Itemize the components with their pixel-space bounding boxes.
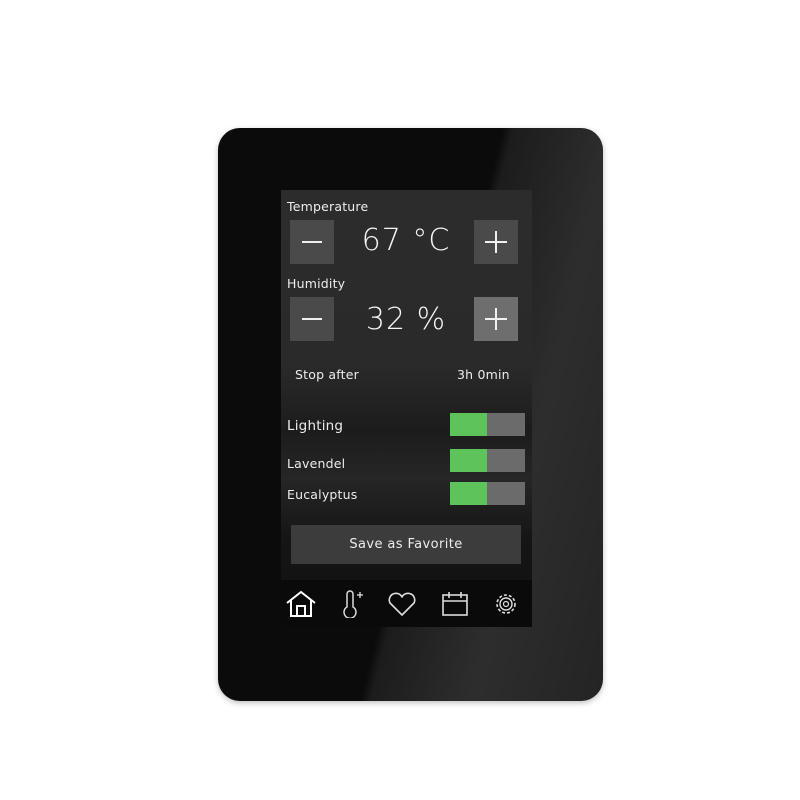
humidity-label: Humidity <box>287 276 346 291</box>
thermometer-icon[interactable] <box>337 590 369 618</box>
eucalyptus-toggle[interactable] <box>450 482 525 505</box>
humidity-value: 32 % <box>365 302 447 337</box>
temperature-increase-button[interactable] <box>474 220 518 264</box>
minus-icon <box>302 241 322 243</box>
temperature-value: 67 °C <box>361 223 451 258</box>
minus-icon <box>302 318 322 320</box>
plus-icon <box>485 308 507 330</box>
stop-after-label: Stop after <box>295 367 359 382</box>
bottom-navigation <box>281 580 532 627</box>
humidity-decrease-button[interactable] <box>290 297 334 341</box>
touch-screen: Temperature 67 °C Humidity 32 % Stop aft… <box>281 190 532 627</box>
lavendel-label: Lavendel <box>287 456 346 471</box>
lighting-toggle[interactable] <box>450 413 525 436</box>
temperature-label: Temperature <box>287 199 369 214</box>
toggle-knob <box>450 482 487 505</box>
stop-after-value[interactable]: 3h 0min <box>457 367 510 382</box>
lighting-label: Lighting <box>287 418 344 434</box>
humidity-increase-button[interactable] <box>474 297 518 341</box>
save-favorite-button[interactable]: Save as Favorite <box>291 525 521 564</box>
toggle-knob <box>450 413 487 436</box>
eucalyptus-label: Eucalyptus <box>287 487 358 502</box>
heart-icon[interactable] <box>386 590 418 618</box>
calendar-icon[interactable] <box>439 590 471 618</box>
plus-icon <box>485 231 507 253</box>
lavendel-toggle[interactable] <box>450 449 525 472</box>
gear-icon[interactable] <box>490 590 522 618</box>
temperature-decrease-button[interactable] <box>290 220 334 264</box>
home-icon[interactable] <box>285 590 317 618</box>
toggle-knob <box>450 449 487 472</box>
